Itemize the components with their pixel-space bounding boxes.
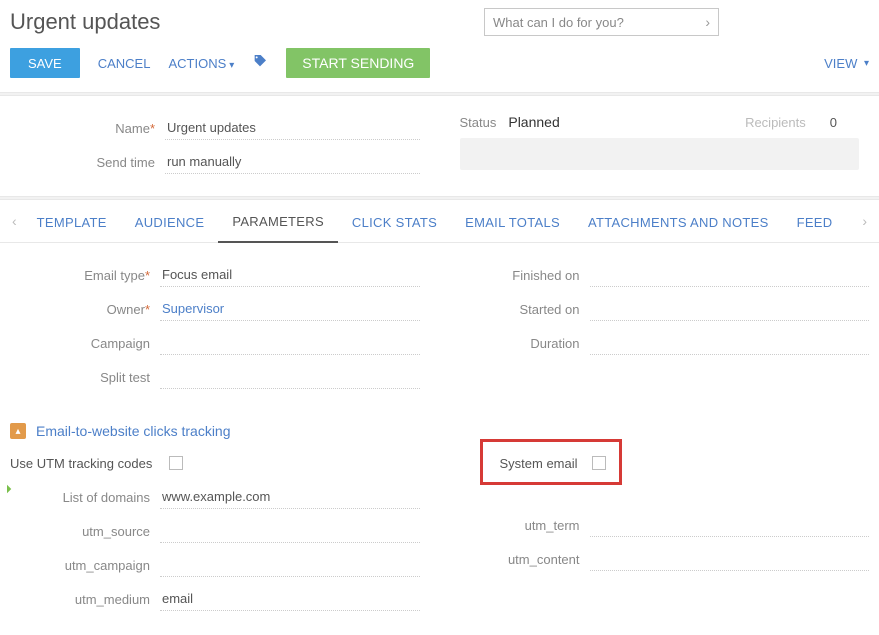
status-value: Planned (508, 114, 628, 130)
status-label: Status (460, 115, 497, 130)
tracking-section-title[interactable]: Email-to-website clicks tracking (36, 423, 231, 439)
utm-medium-field[interactable]: email (160, 587, 420, 611)
caret-down-icon: ▾ (229, 60, 234, 71)
utm-campaign-field[interactable] (160, 553, 420, 577)
tab-email-totals[interactable]: EMAIL TOTALS (451, 201, 574, 242)
recipients-value: 0 (830, 115, 837, 130)
page-title: Urgent updates (10, 9, 160, 35)
collapse-icon[interactable]: ▴ (10, 423, 26, 439)
utm-campaign-label: utm_campaign (10, 558, 160, 573)
tab-attachments[interactable]: ATTACHMENTS AND NOTES (574, 201, 783, 242)
finished-on-label: Finished on (460, 268, 590, 283)
tab-parameters[interactable]: PARAMETERS (218, 200, 338, 243)
chevron-right-icon: › (705, 14, 710, 30)
recipients-label: Recipients (745, 115, 806, 130)
start-sending-button[interactable]: START SENDING (286, 48, 430, 78)
tab-scroll-left[interactable]: ‹ (6, 213, 23, 229)
tab-scroll-right[interactable]: › (856, 213, 873, 229)
duration-field[interactable] (590, 331, 870, 355)
name-label: Name* (20, 121, 165, 136)
domains-label: List of domains (10, 490, 160, 505)
utm-codes-label: Use UTM tracking codes (10, 456, 155, 471)
tab-feed[interactable]: FEED (783, 201, 847, 242)
utm-content-field[interactable] (590, 547, 870, 571)
split-test-label: Split test (10, 370, 160, 385)
system-email-label: System email (500, 456, 578, 471)
view-label: VIEW (824, 56, 857, 71)
email-type-label: Email type* (10, 268, 160, 283)
utm-source-field[interactable] (160, 519, 420, 543)
utm-content-label: utm_content (460, 552, 590, 567)
actions-dropdown[interactable]: ACTIONS▾ (168, 56, 234, 71)
sendtime-field[interactable]: run manually (165, 150, 420, 174)
utm-term-label: utm_term (460, 518, 590, 533)
name-field[interactable]: Urgent updates (165, 116, 420, 140)
utm-source-label: utm_source (10, 524, 160, 539)
owner-field[interactable]: Supervisor (160, 297, 420, 321)
email-type-field[interactable]: Focus email (160, 263, 420, 287)
split-test-field[interactable] (160, 365, 420, 389)
sendtime-label: Send time (20, 155, 165, 170)
utm-term-field[interactable] (590, 513, 870, 537)
actions-label: ACTIONS (168, 56, 226, 71)
owner-label: Owner* (10, 302, 160, 317)
tab-click-stats[interactable]: CLICK STATS (338, 201, 451, 242)
tag-icon[interactable] (252, 53, 268, 73)
utm-medium-label: utm_medium (10, 592, 160, 607)
domains-field[interactable]: www.example.com (160, 485, 420, 509)
progress-bar (460, 138, 860, 170)
global-search[interactable]: What can I do for you? › (484, 8, 719, 36)
started-on-label: Started on (460, 302, 590, 317)
duration-label: Duration (460, 336, 590, 351)
campaign-label: Campaign (10, 336, 160, 351)
tab-template[interactable]: TEMPLATE (23, 201, 121, 242)
started-on-field[interactable] (590, 297, 870, 321)
cancel-button[interactable]: CANCEL (98, 56, 151, 71)
utm-codes-checkbox[interactable] (169, 456, 183, 470)
save-button[interactable]: SAVE (10, 48, 80, 78)
view-dropdown[interactable]: VIEW ▾ (824, 56, 869, 71)
campaign-field[interactable] (160, 331, 420, 355)
finished-on-field[interactable] (590, 263, 870, 287)
search-placeholder: What can I do for you? (493, 15, 705, 30)
caret-down-icon: ▾ (864, 58, 869, 69)
tab-audience[interactable]: AUDIENCE (121, 201, 219, 242)
system-email-checkbox[interactable] (592, 456, 606, 470)
